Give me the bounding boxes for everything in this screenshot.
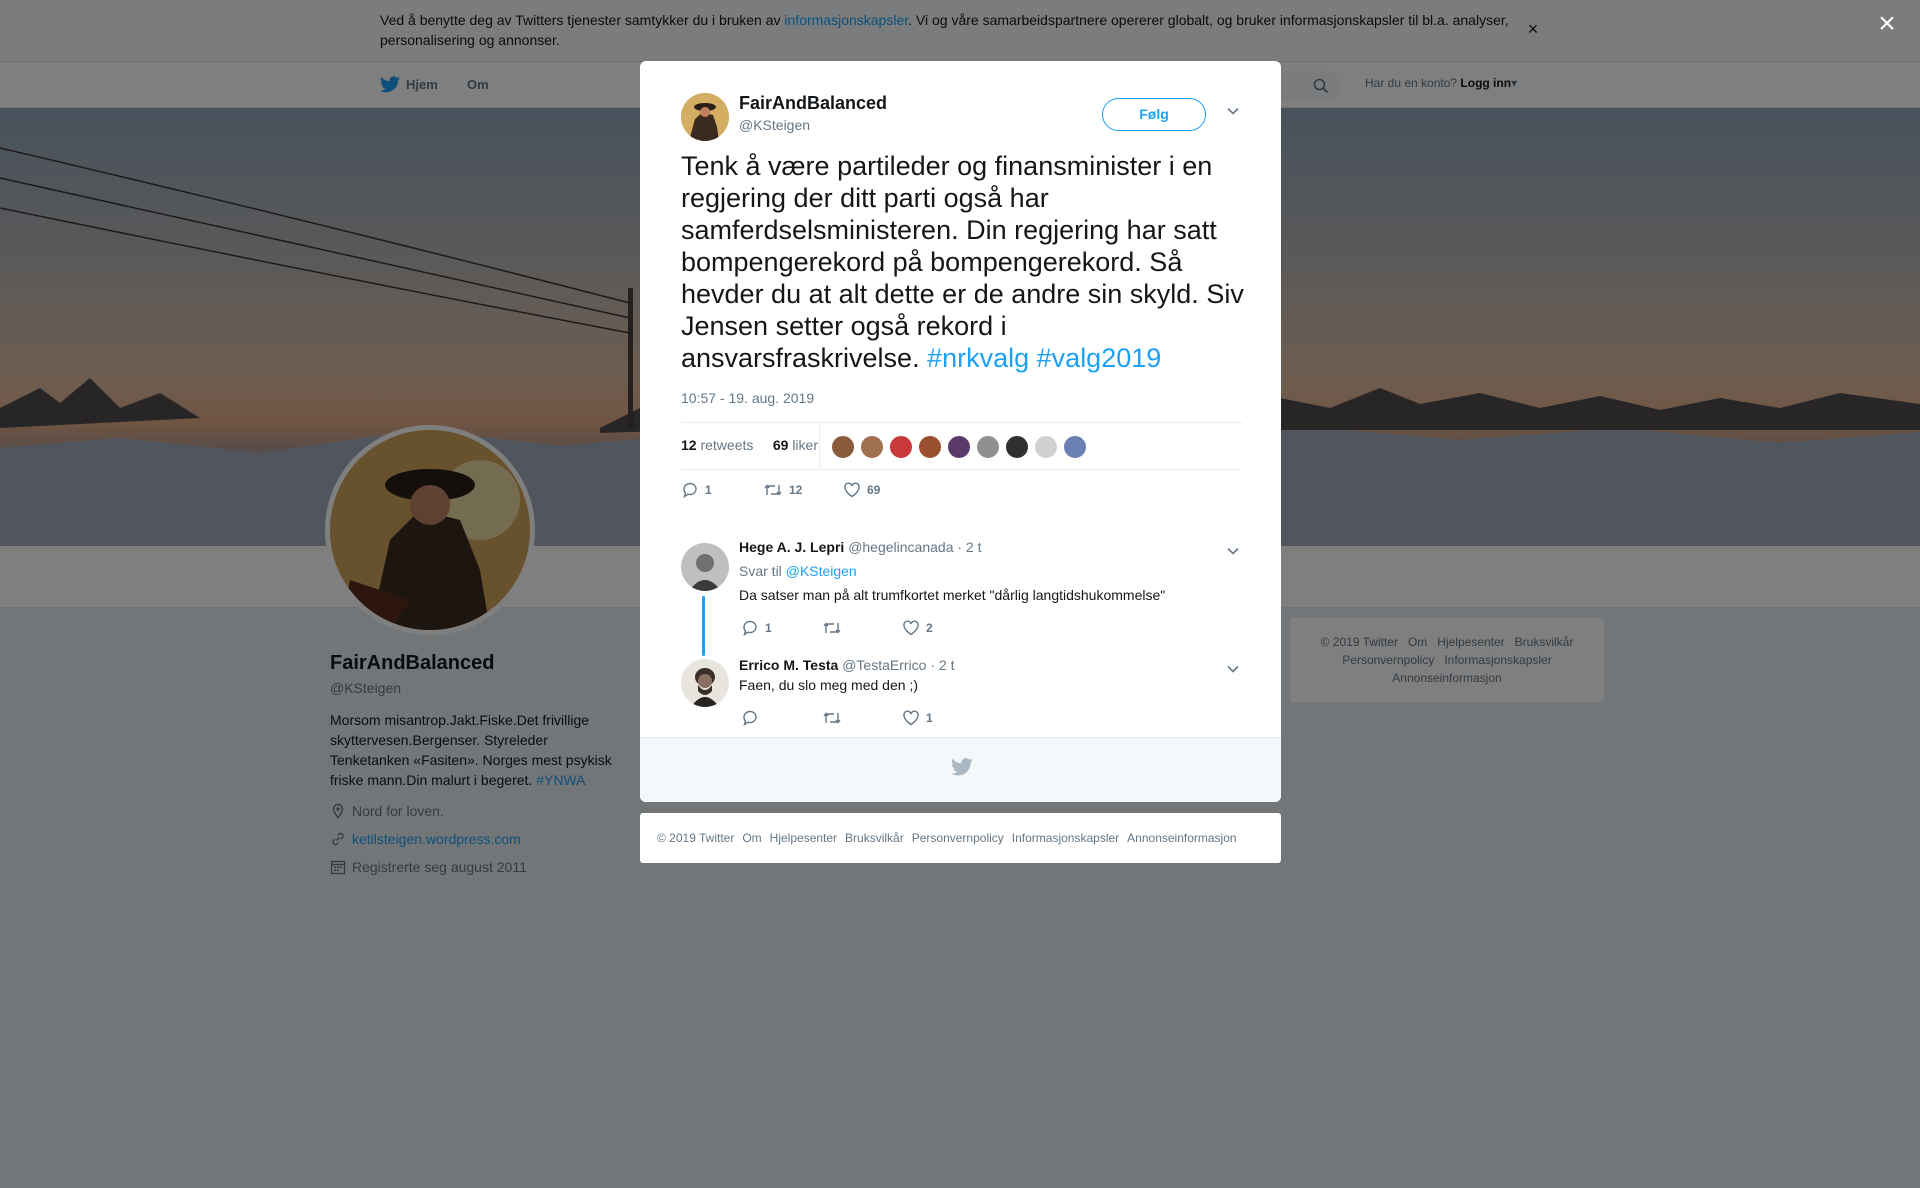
retweet-icon	[823, 712, 841, 724]
author-name[interactable]: FairAndBalanced	[739, 93, 887, 114]
chevron-down-icon[interactable]	[1226, 106, 1240, 116]
retweet-action-count: 12	[789, 483, 803, 497]
close-modal-button[interactable]: ×	[1873, 9, 1901, 39]
reply-icon	[743, 710, 757, 727]
reply-icon	[743, 620, 757, 637]
like-label: liker	[792, 437, 818, 453]
like-button[interactable]: 69	[843, 482, 880, 498]
liker-avatar[interactable]	[918, 435, 942, 459]
reply-actions: 1	[741, 709, 933, 727]
modal-footer	[640, 737, 1281, 802]
author-handle[interactable]: @KSteigen	[739, 117, 810, 133]
retweet-count: 12	[681, 437, 697, 453]
stats-divider	[819, 423, 820, 469]
reply-button[interactable]	[741, 709, 822, 727]
reply-timestamp[interactable]: · 2 t	[930, 657, 954, 673]
like-count: 1	[926, 711, 933, 725]
tweet-body: Tenk å være partileder og finansminister…	[681, 151, 1244, 373]
liker-avatar[interactable]	[1034, 435, 1058, 459]
footer-link-terms[interactable]: Bruksvilkår	[845, 831, 904, 845]
tweet-actions: 1 12 69	[681, 481, 880, 499]
footer-link-cookies[interactable]: Informasjonskapsler	[1012, 831, 1119, 845]
tweet-timestamp[interactable]: 10:57 - 19. aug. 2019	[681, 390, 814, 406]
reply-count: 1	[705, 483, 712, 497]
liker-avatar[interactable]	[976, 435, 1000, 459]
retweet-icon	[764, 484, 782, 496]
author-avatar-image	[681, 93, 729, 141]
heart-icon	[903, 620, 919, 636]
reply-count: 1	[765, 621, 772, 635]
reply-author-handle[interactable]: @TestaErrico	[842, 657, 926, 673]
like-button[interactable]: 1	[902, 710, 933, 726]
reply-text: Faen, du slo meg med den ;)	[739, 677, 918, 693]
chevron-down-icon[interactable]	[1226, 664, 1240, 674]
reply-button[interactable]: 1	[741, 619, 822, 637]
reply-to-label: Svar til	[739, 563, 782, 579]
stats-counts: 12 retweets 69 liker	[681, 437, 818, 453]
retweet-button[interactable]: 12	[763, 482, 843, 498]
liker-avatar[interactable]	[831, 435, 855, 459]
retweet-icon	[823, 622, 841, 634]
like-action-count: 69	[867, 483, 881, 497]
reply-author-handle[interactable]: @hegelincanada	[848, 539, 953, 555]
reply-avatar[interactable]	[681, 659, 729, 707]
reply-avatar-image	[681, 543, 729, 591]
retweet-button[interactable]	[822, 710, 902, 726]
footer-link-ads-info[interactable]: Annonseinformasjon	[1127, 831, 1236, 845]
reply-timestamp[interactable]: · 2 t	[957, 539, 981, 555]
like-button[interactable]: 2	[902, 620, 933, 636]
tweet-stats: 12 retweets 69 liker	[681, 422, 1242, 470]
reply-to-handle-link[interactable]: @KSteigen	[786, 563, 857, 579]
liker-avatar[interactable]	[860, 435, 884, 459]
heart-icon	[903, 710, 919, 726]
footer-copyright: © 2019 Twitter	[657, 831, 735, 845]
reply-button[interactable]: 1	[681, 481, 763, 499]
reply-avatar-image	[681, 659, 729, 707]
footer-link-help[interactable]: Hjelpesenter	[770, 831, 837, 845]
heart-icon	[844, 482, 860, 498]
retweet-count-link[interactable]: 12 retweets	[681, 437, 753, 453]
reply-icon	[683, 482, 697, 499]
hashtag-link[interactable]: #nrkvalg	[927, 343, 1029, 373]
tweet-text: Tenk å være partileder og finansminister…	[681, 150, 1246, 374]
tweet-modal: FairAndBalanced @KSteigen Følg Tenk å væ…	[640, 61, 1281, 802]
retweet-button[interactable]	[822, 620, 902, 636]
liker-avatars	[831, 435, 1087, 459]
hashtag-link[interactable]: #valg2019	[1037, 343, 1162, 373]
reply-author-name[interactable]: Hege A. J. Lepri	[739, 539, 844, 555]
reply-header: Hege A. J. Lepri @hegelincanada · 2 t	[739, 539, 982, 555]
retweet-label: retweets	[700, 437, 754, 453]
like-count-link[interactable]: 69 liker	[773, 437, 818, 453]
reply-header: Errico M. Testa @TestaErrico · 2 t	[739, 657, 954, 673]
liker-avatar[interactable]	[947, 435, 971, 459]
reply-context: Svar til @KSteigen	[739, 563, 857, 579]
reply-text: Da satser man på alt trumfkortet merket …	[739, 587, 1166, 603]
chevron-down-icon[interactable]	[1226, 546, 1240, 556]
thread-connector	[702, 596, 705, 656]
like-count: 2	[926, 621, 933, 635]
liker-avatar[interactable]	[1005, 435, 1029, 459]
liker-avatar[interactable]	[889, 435, 913, 459]
footer-link-privacy[interactable]: Personvernpolicy	[912, 831, 1004, 845]
reply-actions: 1 2	[741, 619, 933, 637]
page-footer: © 2019 Twitter Om Hjelpesenter Bruksvilkår P…	[640, 813, 1281, 863]
liker-avatar[interactable]	[1063, 435, 1087, 459]
footer-link-about[interactable]: Om	[742, 831, 761, 845]
like-count: 69	[772, 437, 789, 453]
twitter-bird-icon	[951, 758, 973, 776]
reply-author-name[interactable]: Errico M. Testa	[739, 657, 838, 673]
follow-button[interactable]: Følg	[1102, 98, 1206, 131]
author-avatar[interactable]	[681, 93, 729, 141]
reply-avatar[interactable]	[681, 543, 729, 591]
